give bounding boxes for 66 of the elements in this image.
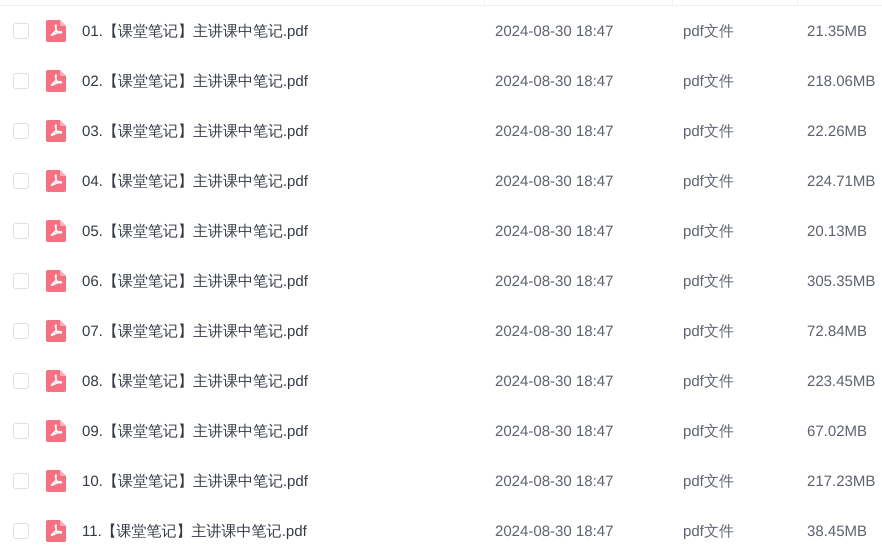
pdf-file-icon [46,420,66,442]
file-size: 218.06MB [807,72,876,90]
file-type: pdf文件 [683,172,734,190]
modified-date: 2024-08-30 18:47 [495,222,614,240]
file-type: pdf文件 [683,372,734,390]
modified-date: 2024-08-30 18:47 [495,522,614,540]
file-name[interactable]: 04.【课堂笔记】主讲课中笔记.pdf [82,172,308,190]
file-size: 223.45MB [807,372,876,390]
checkbox[interactable] [13,373,29,389]
modified-date: 2024-08-30 18:47 [495,22,614,40]
file-name[interactable]: 09.【课堂笔记】主讲课中笔记.pdf [82,422,308,440]
file-type: pdf文件 [683,222,734,240]
file-name[interactable]: 03.【课堂笔记】主讲课中笔记.pdf [82,122,308,140]
file-name[interactable]: 11.【课堂笔记】主讲课中笔记.pdf [82,522,307,540]
file-size: 22.26MB [807,122,868,140]
modified-date: 2024-08-30 18:47 [495,372,614,390]
checkbox[interactable] [13,473,29,489]
pdf-file-icon [46,370,66,392]
file-name[interactable]: 02.【课堂笔记】主讲课中笔记.pdf [82,72,308,90]
file-size: 72.84MB [807,322,868,340]
pdf-file-icon [46,270,66,292]
pdf-file-icon [46,20,66,42]
modified-date: 2024-08-30 18:47 [495,322,614,340]
file-type: pdf文件 [683,22,734,40]
checkbox[interactable] [13,523,29,539]
checkbox[interactable] [13,223,29,239]
file-size: 67.02MB [807,422,868,440]
pdf-file-icon [46,220,66,242]
checkbox[interactable] [13,73,29,89]
file-name[interactable]: 08.【课堂笔记】主讲课中笔记.pdf [82,372,308,390]
file-type: pdf文件 [683,522,734,540]
file-type: pdf文件 [683,72,734,90]
modified-date: 2024-08-30 18:47 [495,72,614,90]
pdf-file-icon [46,170,66,192]
file-size: 20.13MB [807,222,868,240]
file-name[interactable]: 10.【课堂笔记】主讲课中笔记.pdf [82,472,308,490]
file-name[interactable]: 06.【课堂笔记】主讲课中笔记.pdf [82,272,308,290]
pdf-file-icon [46,470,66,492]
checkbox[interactable] [13,323,29,339]
pdf-file-icon [46,120,66,142]
pdf-file-icon [46,520,66,542]
modified-date: 2024-08-30 18:47 [495,122,614,140]
file-name[interactable]: 01.【课堂笔记】主讲课中笔记.pdf [82,22,308,40]
checkbox[interactable] [13,273,29,289]
file-size: 38.45MB [807,522,868,540]
checkbox[interactable] [13,173,29,189]
modified-date: 2024-08-30 18:47 [495,422,614,440]
checkbox[interactable] [13,23,29,39]
file-type: pdf文件 [683,472,734,490]
modified-date: 2024-08-30 18:47 [495,472,614,490]
file-size: 21.35MB [807,22,868,40]
checkbox[interactable] [13,123,29,139]
file-name[interactable]: 07.【课堂笔记】主讲课中笔记.pdf [82,322,308,340]
file-size: 217.23MB [807,472,876,490]
pdf-file-icon [46,320,66,342]
modified-date: 2024-08-30 18:47 [495,172,614,190]
file-size: 305.35MB [807,272,876,290]
pdf-file-icon [46,70,66,92]
file-type: pdf文件 [683,422,734,440]
file-name[interactable]: 05.【课堂笔记】主讲课中笔记.pdf [82,222,308,240]
file-size: 224.71MB [807,172,876,190]
file-type: pdf文件 [683,322,734,340]
file-type: pdf文件 [683,272,734,290]
checkbox[interactable] [13,423,29,439]
file-type: pdf文件 [683,122,734,140]
modified-date: 2024-08-30 18:47 [495,272,614,290]
